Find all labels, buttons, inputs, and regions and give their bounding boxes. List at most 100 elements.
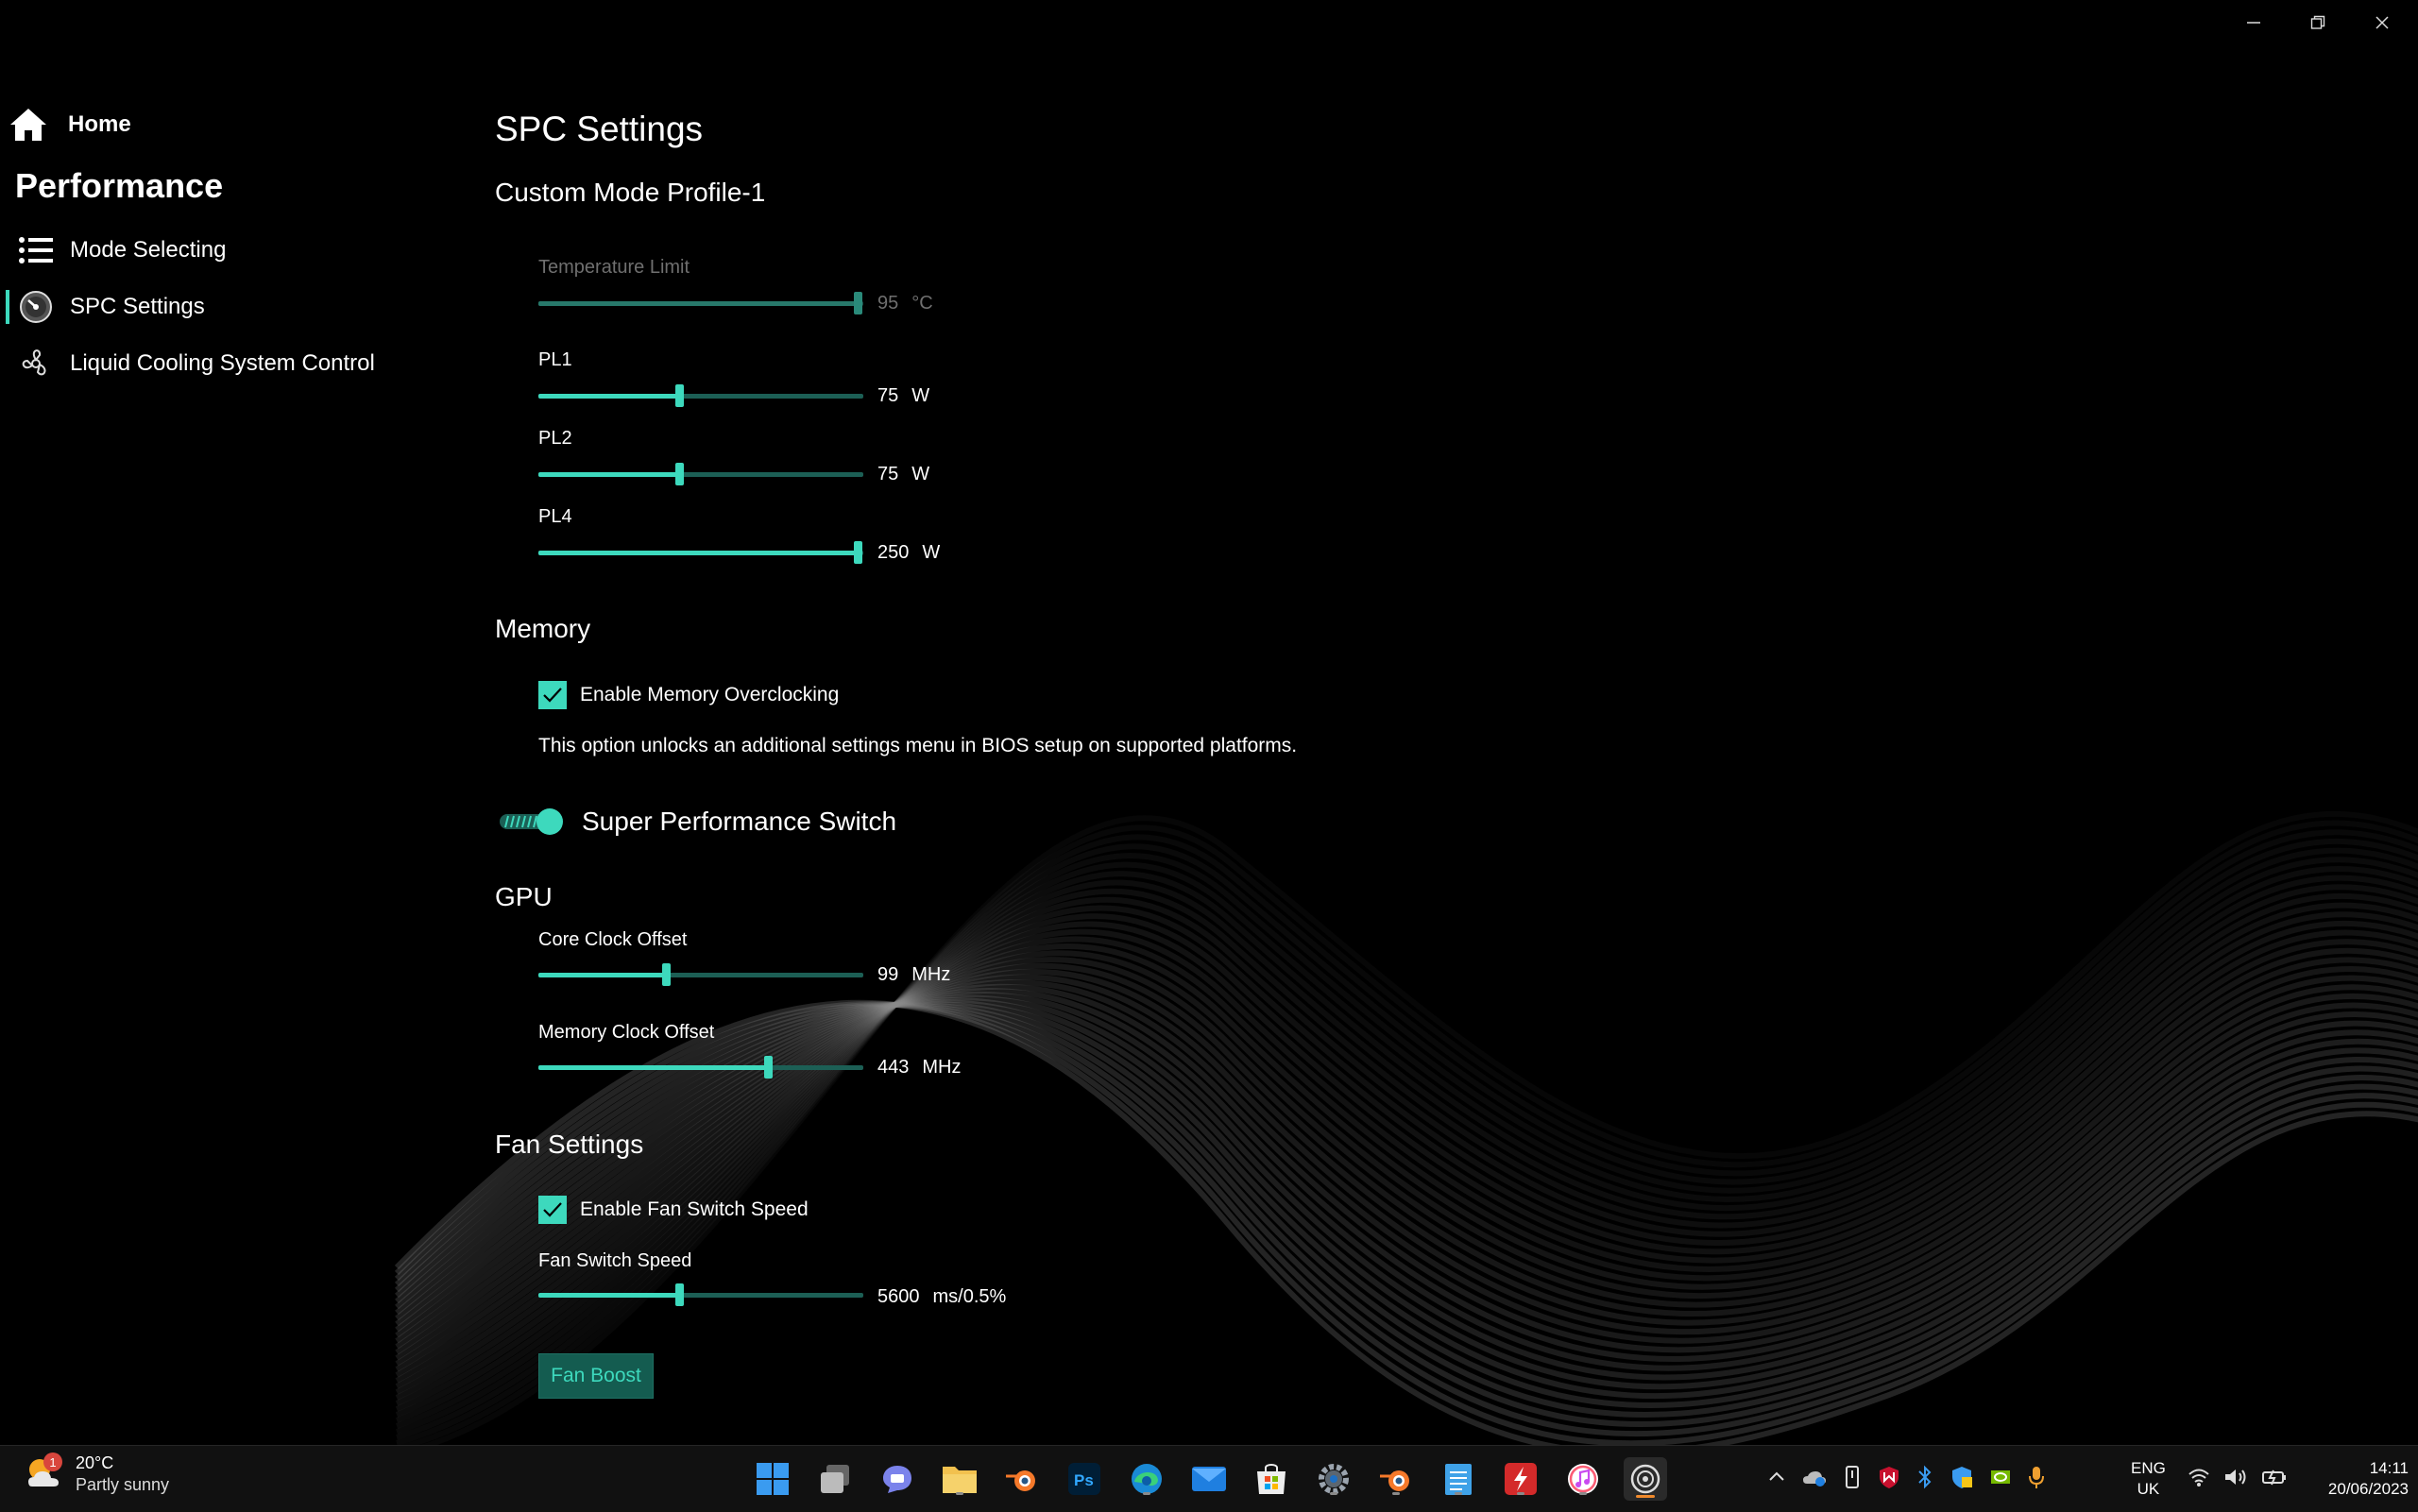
pl1-label: PL1 bbox=[538, 349, 572, 370]
fan-boost-button[interactable]: Fan Boost bbox=[538, 1353, 654, 1399]
close-button[interactable] bbox=[2350, 0, 2414, 45]
minimize-button[interactable] bbox=[2222, 0, 2286, 45]
task-view-button[interactable] bbox=[813, 1457, 857, 1501]
pl2-slider[interactable] bbox=[538, 462, 863, 486]
store-icon bbox=[1257, 1464, 1286, 1494]
page-title: SPC Settings bbox=[495, 110, 704, 148]
slider-thumb[interactable] bbox=[675, 1283, 684, 1306]
chevron-up-icon[interactable] bbox=[1766, 1467, 1787, 1492]
slider-thumb[interactable] bbox=[675, 463, 684, 485]
svg-text:Ps: Ps bbox=[1074, 1471, 1094, 1489]
photoshop-button[interactable]: Ps bbox=[1063, 1457, 1106, 1501]
usb-icon[interactable] bbox=[1842, 1465, 1863, 1494]
slider-thumb[interactable] bbox=[854, 541, 862, 564]
control-center-button[interactable] bbox=[1624, 1457, 1667, 1501]
mail-icon bbox=[1192, 1467, 1226, 1491]
slider-thumb[interactable] bbox=[675, 384, 684, 407]
language-region: UK bbox=[2137, 1480, 2160, 1498]
mail-button[interactable] bbox=[1187, 1457, 1231, 1501]
settings-icon bbox=[1319, 1464, 1349, 1494]
pl2-value: 75 W bbox=[877, 464, 930, 484]
slider-thumb[interactable] bbox=[854, 292, 862, 314]
task-view-icon bbox=[821, 1465, 849, 1493]
sidebar-item-mode-selecting[interactable]: Mode Selecting bbox=[17, 227, 226, 274]
list-icon bbox=[17, 231, 55, 269]
fan-switch-speed-checkbox[interactable]: Enable Fan Switch Speed bbox=[538, 1196, 809, 1224]
fan-switch-speed-value: 5600 ms/0.5% bbox=[877, 1286, 1007, 1307]
chat-icon bbox=[883, 1466, 911, 1493]
slider-thumb[interactable] bbox=[662, 963, 671, 986]
microphone-icon[interactable] bbox=[2027, 1465, 2046, 1494]
restore-icon bbox=[2310, 15, 2325, 29]
home-label: Home bbox=[68, 111, 131, 137]
flash-icon bbox=[1505, 1463, 1537, 1495]
nvidia-icon[interactable] bbox=[1989, 1468, 2012, 1491]
toggle-on-icon bbox=[499, 807, 565, 836]
restore-button[interactable] bbox=[2286, 0, 2350, 45]
itunes-button[interactable] bbox=[1561, 1457, 1605, 1501]
chat-button[interactable] bbox=[876, 1457, 919, 1501]
fan-switch-speed-slider[interactable] bbox=[538, 1283, 863, 1307]
memory-clock-label: Memory Clock Offset bbox=[538, 1022, 715, 1043]
file-explorer-button[interactable] bbox=[938, 1457, 981, 1501]
sidebar-item-label: Liquid Cooling System Control bbox=[70, 350, 375, 376]
slider-thumb[interactable] bbox=[764, 1056, 773, 1079]
weather-temperature: 20°C bbox=[76, 1453, 114, 1472]
weather-description: Partly sunny bbox=[76, 1475, 170, 1494]
pl4-label: PL4 bbox=[538, 506, 572, 527]
clock-date: 20/06/2023 bbox=[2327, 1480, 2409, 1498]
photoshop-icon: Ps bbox=[1068, 1463, 1100, 1495]
pl2-label: PL2 bbox=[538, 428, 572, 449]
fan-switch-speed-label: Fan Switch Speed bbox=[538, 1250, 692, 1271]
sidebar-item-spc-settings[interactable]: SPC Settings bbox=[17, 283, 205, 331]
antivirus-icon[interactable] bbox=[1878, 1465, 1900, 1494]
core-clock-slider[interactable] bbox=[538, 962, 863, 987]
memory-description: This option unlocks an additional settin… bbox=[538, 735, 1298, 756]
super-performance-switch[interactable]: Super Performance Switch bbox=[499, 807, 896, 837]
core-clock-label: Core Clock Offset bbox=[538, 929, 688, 950]
clock[interactable]: 14:11 20/06/2023 bbox=[2295, 1446, 2409, 1512]
flash-app-button[interactable] bbox=[1499, 1457, 1542, 1501]
checkbox-checked-icon bbox=[538, 1196, 567, 1224]
file-explorer-icon bbox=[943, 1467, 977, 1493]
blender-2-icon bbox=[1380, 1470, 1409, 1491]
onedrive-icon[interactable] bbox=[1802, 1467, 1827, 1492]
profile-title: Custom Mode Profile-1 bbox=[495, 178, 766, 207]
bluetooth-icon[interactable] bbox=[1916, 1465, 1934, 1494]
weather-widget[interactable]: 1 20°C Partly sunny bbox=[25, 1453, 169, 1495]
blender-button[interactable] bbox=[1000, 1457, 1044, 1501]
sidebar-item-liquid-cooling[interactable]: Liquid Cooling System Control bbox=[17, 340, 375, 387]
volume-icon bbox=[2223, 1467, 2248, 1492]
memory-overclocking-checkbox[interactable]: Enable Memory Overclocking bbox=[538, 681, 839, 709]
background-waves bbox=[394, 810, 2418, 1445]
pl1-slider[interactable] bbox=[538, 383, 863, 408]
close-icon bbox=[2375, 16, 2389, 29]
checkbox-checked-icon bbox=[538, 681, 567, 709]
temperature-limit-value: 95 °C bbox=[877, 293, 933, 314]
language-indicator[interactable]: ENG UK bbox=[2131, 1446, 2166, 1512]
edge-button[interactable] bbox=[1125, 1457, 1168, 1501]
settings-button[interactable] bbox=[1312, 1457, 1355, 1501]
checkbox-label: Enable Memory Overclocking bbox=[580, 684, 840, 705]
notepad-button[interactable] bbox=[1437, 1457, 1480, 1501]
control-center-icon bbox=[1630, 1464, 1660, 1494]
weather-icon: 1 bbox=[25, 1453, 64, 1494]
security-icon[interactable] bbox=[1950, 1465, 1974, 1494]
pl4-slider[interactable] bbox=[538, 540, 863, 565]
home-link[interactable]: Home bbox=[8, 106, 131, 144]
sidebar-item-label: Mode Selecting bbox=[70, 237, 227, 263]
quick-settings[interactable] bbox=[2188, 1446, 2288, 1512]
fan-icon bbox=[17, 345, 55, 382]
store-button[interactable] bbox=[1250, 1457, 1293, 1501]
start-button[interactable] bbox=[751, 1457, 794, 1501]
weather-badge: 1 bbox=[43, 1453, 62, 1471]
sidebar-item-label: SPC Settings bbox=[70, 294, 205, 319]
battery-icon bbox=[2261, 1467, 2288, 1492]
temperature-limit-slider[interactable] bbox=[538, 291, 863, 315]
active-indicator bbox=[6, 290, 9, 324]
memory-heading: Memory bbox=[495, 614, 591, 643]
memory-clock-slider[interactable] bbox=[538, 1055, 863, 1079]
system-tray bbox=[1766, 1446, 2046, 1512]
itunes-icon bbox=[1568, 1464, 1598, 1494]
blender-2-button[interactable] bbox=[1374, 1457, 1418, 1501]
